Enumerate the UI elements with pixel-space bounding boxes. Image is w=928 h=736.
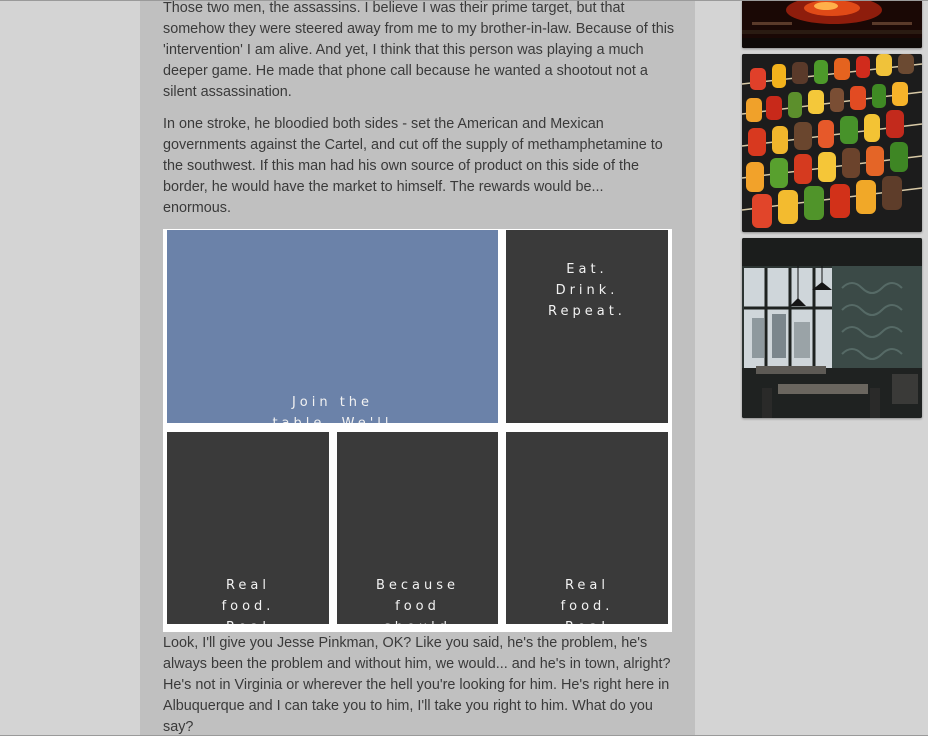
promo-tile-caption: Real food. Real — [221, 578, 275, 624]
promo-tile-real-food-1[interactable]: Real food. Real — [167, 432, 329, 624]
promo-tile-caption: Real food. Real — [560, 578, 614, 624]
article-paragraph-1: Those two men, the assassins. I believe … — [163, 0, 675, 100]
fire-grill-photo[interactable] — [742, 0, 922, 48]
restaurant-interior-image — [742, 238, 922, 418]
vegetable-skewers-image — [742, 54, 922, 232]
promo-tile-grid: Join the table. We'll Eat. Drink. Repeat… — [163, 229, 672, 632]
promo-tile-caption: Eat. Drink. Repeat. — [548, 262, 626, 319]
promo-tile-join[interactable]: Join the table. We'll — [167, 230, 498, 423]
vegetable-skewers-photo[interactable] — [742, 54, 922, 232]
promo-tile-eat-drink[interactable]: Eat. Drink. Repeat. — [506, 230, 668, 423]
promo-tile-caption: Because food should — [375, 578, 460, 624]
promo-tile-real-food-2[interactable]: Real food. Real — [506, 432, 668, 624]
promo-tile-because-food[interactable]: Because food should — [337, 432, 498, 624]
article-paragraph-2: In one stroke, he bloodied both sides - … — [163, 116, 663, 216]
promo-tile-caption: Join the table. We'll — [272, 395, 388, 423]
restaurant-interior-photo[interactable] — [742, 238, 922, 418]
fire-grill-image — [742, 0, 922, 48]
article-paragraph-3: Look, I'll give you Jesse Pinkman, OK? L… — [163, 635, 671, 735]
